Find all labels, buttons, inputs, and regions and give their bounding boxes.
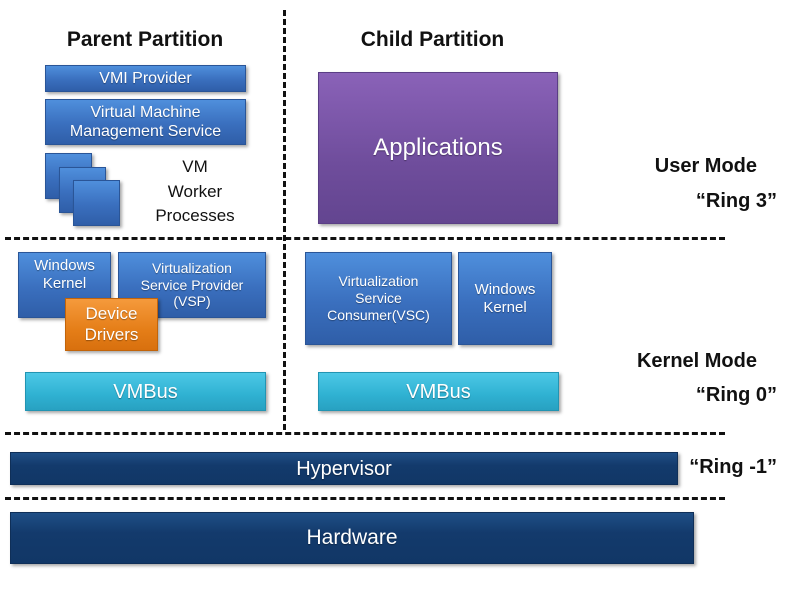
worker-process-icon bbox=[73, 180, 120, 226]
hypervisor-bar: Hypervisor bbox=[10, 452, 678, 485]
user-mode-label: User Mode bbox=[654, 155, 757, 177]
vsc-box: Virtualization Service Consumer(VSC) bbox=[305, 252, 452, 345]
kernel-mode-label: Kernel Mode bbox=[636, 350, 757, 372]
parent-vmbus-box: VMBus bbox=[25, 372, 266, 411]
child-vmbus-box: VMBus bbox=[318, 372, 559, 411]
worker-label-line: Processes bbox=[155, 206, 235, 226]
partition-divider bbox=[283, 10, 286, 430]
child-partition-heading: Child Partition bbox=[360, 28, 505, 51]
kernel-hypervisor-divider bbox=[5, 432, 725, 435]
user-kernel-divider bbox=[5, 237, 725, 240]
parent-partition-heading: Parent Partition bbox=[66, 28, 224, 51]
device-drivers-box: Device Drivers bbox=[65, 298, 158, 351]
hardware-label: Hardware bbox=[306, 526, 398, 550]
child-windows-kernel-box: Windows Kernel bbox=[458, 252, 552, 345]
vmms-box: Virtual Machine Management Service bbox=[45, 99, 246, 145]
ring0-label: “Ring 0” bbox=[695, 384, 777, 406]
applications-box: Applications bbox=[318, 72, 558, 224]
vm-worker-processes-label: VM Worker Processes bbox=[150, 155, 240, 229]
worker-label-line: Worker bbox=[167, 181, 223, 201]
hypervisor-hardware-divider bbox=[5, 497, 725, 500]
ring3-label: “Ring 3” bbox=[695, 190, 777, 212]
worker-label-line: VM bbox=[182, 157, 208, 176]
hardware-bar: Hardware bbox=[10, 512, 694, 564]
vmi-provider-box: VMI Provider bbox=[45, 65, 246, 92]
hypervisor-label: Hypervisor bbox=[296, 457, 392, 480]
